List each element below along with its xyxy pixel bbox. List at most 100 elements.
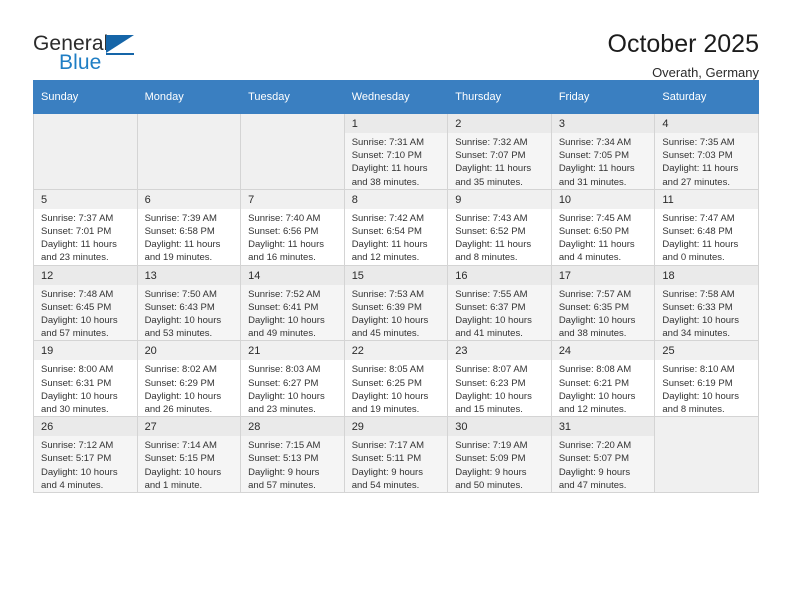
- daylight-text: and 47 minutes.: [558, 479, 627, 491]
- sunrise-text: Sunrise: 7:39 AM: [144, 212, 217, 224]
- calendar-day-cell[interactable]: 21 Sunrise: 8:03 AM Sunset: 6:27 PM Dayligh…: [240, 340, 345, 418]
- calendar-day-cell[interactable]: 3 Sunrise: 7:34 AM Sunset: 7:05 PM Daylight…: [550, 113, 656, 190]
- sunrise-text: Sunrise: 7:53 AM: [351, 288, 425, 300]
- day-sun-info: Sunrise: 7:32 AM Sunset: 7:07 PM Daylight:…: [448, 133, 551, 189]
- calendar-day-cell[interactable]: 14 Sunrise: 7:52 AM Sunset: 6:41 PM Dayligh…: [240, 264, 345, 342]
- day-sun-info: Sunrise: 7:42 AM Sunset: 6:54 PM Daylight:…: [345, 209, 448, 265]
- daylight-text: and 16 minutes.: [248, 252, 316, 264]
- day-sun-info: Sunrise: 8:07 AM Sunset: 6:23 PM Daylight:…: [448, 360, 551, 416]
- day-number: 21: [241, 341, 344, 361]
- daylight-text: and 45 minutes.: [351, 328, 420, 340]
- day-sun-info: Sunrise: 7:39 AM Sunset: 6:58 PM Daylight:…: [138, 209, 241, 265]
- calendar-day-cell[interactable]: 4 Sunrise: 7:35 AM Sunset: 7:03 PM Daylight…: [654, 113, 759, 190]
- day-sun-info: Sunrise: 7:43 AM Sunset: 6:52 PM Daylight:…: [448, 209, 551, 265]
- calendar-day-cell[interactable]: 19 Sunrise: 8:00 AM Sunset: 6:31 PM Dayligh…: [33, 340, 138, 418]
- day-number: 13: [137, 265, 241, 285]
- day-sun-info: Sunrise: 7:14 AM Sunset: 5:15 PM Daylight:…: [138, 436, 241, 492]
- sunrise-text: Sunrise: 8:07 AM: [455, 364, 528, 376]
- day-number: 18: [655, 265, 758, 285]
- calendar-cell-empty: [240, 113, 345, 190]
- calendar-day-cell[interactable]: 6 Sunrise: 7:39 AM Sunset: 6:58 PM Daylight…: [136, 188, 242, 266]
- daylight-text: Daylight: 9 hours: [248, 466, 320, 478]
- day-number: 6: [137, 189, 241, 209]
- sunset-text: Sunset: 6:43 PM: [144, 301, 215, 313]
- calendar-cell-empty: [136, 113, 242, 190]
- logo-text-blue: Blue: [59, 51, 102, 74]
- day-sun-info: Sunrise: 7:35 AM Sunset: 7:03 PM Daylight:…: [655, 133, 758, 189]
- logo-underline-icon: [106, 53, 134, 55]
- daylight-text: Daylight: 10 hours: [351, 390, 429, 402]
- sunset-text: Sunset: 6:23 PM: [455, 377, 526, 389]
- calendar-day-cell[interactable]: 9 Sunrise: 7:43 AM Sunset: 6:52 PM Daylight…: [447, 188, 552, 266]
- daylight-text: Daylight: 11 hours: [662, 239, 739, 251]
- calendar-day-cell[interactable]: 31 Sunrise: 7:20 AM Sunset: 5:07 PM Dayligh…: [550, 416, 656, 494]
- daylight-text: and 31 minutes.: [558, 176, 627, 188]
- calendar-day-cell[interactable]: 26 Sunrise: 7:12 AM Sunset: 5:17 PM Dayligh…: [33, 416, 138, 494]
- calendar-day-cell[interactable]: 10 Sunrise: 7:45 AM Sunset: 6:50 PM Dayligh…: [550, 188, 656, 266]
- logo[interactable]: General Blue: [33, 28, 143, 76]
- day-number: 5: [34, 189, 137, 209]
- sunrise-text: Sunrise: 7:20 AM: [558, 440, 632, 452]
- calendar-day-cell[interactable]: 1 Sunrise: 7:31 AM Sunset: 7:10 PM Daylight…: [343, 113, 449, 190]
- day-number: 3: [551, 114, 655, 133]
- calendar-day-cell[interactable]: 7 Sunrise: 7:40 AM Sunset: 6:56 PM Daylight…: [240, 188, 345, 266]
- calendar-cell-empty: [33, 113, 138, 190]
- calendar-day-cell[interactable]: 13 Sunrise: 7:50 AM Sunset: 6:43 PM Dayligh…: [136, 264, 242, 342]
- daylight-text: and 0 minutes.: [662, 252, 725, 264]
- calendar-day-cell[interactable]: 18 Sunrise: 7:58 AM Sunset: 6:33 PM Dayligh…: [654, 264, 759, 342]
- daylight-text: Daylight: 10 hours: [662, 390, 739, 402]
- daylight-text: Daylight: 11 hours: [351, 163, 428, 175]
- calendar-day-cell[interactable]: 11 Sunrise: 7:47 AM Sunset: 6:48 PM Dayligh…: [654, 188, 759, 266]
- day-sun-info: Sunrise: 7:48 AM Sunset: 6:45 PM Daylight:…: [34, 285, 137, 341]
- weekday-header-saturday: Saturday: [654, 80, 759, 114]
- sunset-text: Sunset: 6:39 PM: [351, 301, 422, 313]
- sunset-text: Sunset: 6:48 PM: [662, 226, 733, 238]
- sunrise-text: Sunrise: 8:03 AM: [248, 364, 321, 376]
- daylight-text: and 19 minutes.: [144, 252, 213, 264]
- page-title: October 2025: [607, 30, 760, 58]
- sunset-text: Sunset: 7:03 PM: [662, 150, 733, 162]
- calendar-day-cell[interactable]: 20 Sunrise: 8:02 AM Sunset: 6:29 PM Dayligh…: [136, 340, 242, 418]
- day-sun-info: Sunrise: 7:12 AM Sunset: 5:17 PM Daylight:…: [34, 436, 137, 492]
- calendar-day-cell[interactable]: 15 Sunrise: 7:53 AM Sunset: 6:39 PM Dayligh…: [343, 264, 449, 342]
- sunrise-text: Sunrise: 7:48 AM: [41, 288, 114, 300]
- day-sun-info: Sunrise: 8:00 AM Sunset: 6:31 PM Daylight:…: [34, 360, 137, 416]
- calendar-day-cell[interactable]: 22 Sunrise: 8:05 AM Sunset: 6:25 PM Dayligh…: [343, 340, 449, 418]
- daylight-text: Daylight: 10 hours: [41, 390, 118, 402]
- sunrise-text: Sunrise: 7:15 AM: [248, 440, 321, 452]
- calendar-day-cell[interactable]: 12 Sunrise: 7:48 AM Sunset: 6:45 PM Dayligh…: [33, 264, 138, 342]
- calendar-day-cell[interactable]: 16 Sunrise: 7:55 AM Sunset: 6:37 PM Dayligh…: [447, 264, 552, 342]
- calendar-day-cell[interactable]: 8 Sunrise: 7:42 AM Sunset: 6:54 PM Daylight…: [343, 188, 449, 266]
- daylight-text: Daylight: 9 hours: [351, 466, 423, 478]
- daylight-text: and 8 minutes.: [455, 252, 518, 264]
- day-number: 23: [448, 341, 551, 361]
- calendar-day-cell[interactable]: 24 Sunrise: 8:08 AM Sunset: 6:21 PM Dayligh…: [550, 340, 656, 418]
- sunset-text: Sunset: 5:09 PM: [455, 453, 526, 465]
- day-number: 31: [551, 417, 655, 437]
- daylight-text: and 54 minutes.: [351, 479, 420, 491]
- daylight-text: and 38 minutes.: [351, 176, 420, 188]
- day-sun-info: Sunrise: 7:45 AM Sunset: 6:50 PM Daylight:…: [552, 209, 655, 265]
- sunrise-text: Sunrise: 7:50 AM: [144, 288, 217, 300]
- calendar-day-cell[interactable]: 30 Sunrise: 7:19 AM Sunset: 5:09 PM Dayligh…: [447, 416, 552, 494]
- day-number: 17: [551, 265, 655, 285]
- calendar-day-cell[interactable]: 28 Sunrise: 7:15 AM Sunset: 5:13 PM Dayligh…: [240, 416, 345, 494]
- daylight-text: and 4 minutes.: [41, 479, 104, 491]
- day-sun-info: Sunrise: 8:10 AM Sunset: 6:19 PM Daylight:…: [655, 360, 758, 416]
- daylight-text: and 8 minutes.: [662, 404, 725, 416]
- calendar-day-cell[interactable]: 29 Sunrise: 7:17 AM Sunset: 5:11 PM Dayligh…: [343, 416, 449, 494]
- calendar-day-cell[interactable]: 23 Sunrise: 8:07 AM Sunset: 6:23 PM Dayligh…: [447, 340, 552, 418]
- calendar-day-cell[interactable]: 5 Sunrise: 7:37 AM Sunset: 7:01 PM Daylight…: [33, 188, 138, 266]
- sunset-text: Sunset: 7:10 PM: [351, 150, 422, 162]
- calendar-day-cell[interactable]: 27 Sunrise: 7:14 AM Sunset: 5:15 PM Dayligh…: [136, 416, 242, 494]
- daylight-text: Daylight: 10 hours: [41, 315, 118, 327]
- day-number: 16: [448, 265, 551, 285]
- day-number: 10: [551, 189, 655, 209]
- sunrise-text: Sunrise: 8:10 AM: [662, 364, 735, 376]
- day-sun-info: Sunrise: 7:58 AM Sunset: 6:33 PM Daylight:…: [655, 285, 758, 341]
- sunrise-text: Sunrise: 7:17 AM: [351, 440, 425, 452]
- calendar-day-cell[interactable]: 17 Sunrise: 7:57 AM Sunset: 6:35 PM Dayligh…: [550, 264, 656, 342]
- sunrise-text: Sunrise: 8:02 AM: [144, 364, 217, 376]
- calendar-day-cell[interactable]: 25 Sunrise: 8:10 AM Sunset: 6:19 PM Dayligh…: [654, 340, 759, 418]
- calendar-day-cell[interactable]: 2 Sunrise: 7:32 AM Sunset: 7:07 PM Daylight…: [447, 113, 552, 190]
